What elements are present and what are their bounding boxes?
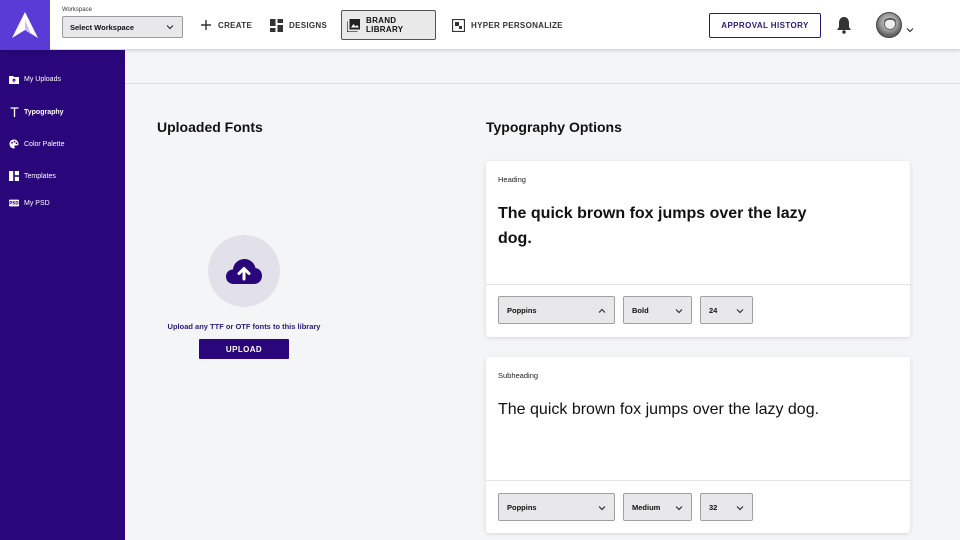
font-size-dropdown[interactable]: 32 — [700, 493, 753, 521]
sidebar-item-typography[interactable]: Typography — [9, 107, 64, 117]
typography-icon — [9, 107, 19, 117]
nav-brand-library[interactable]: BRAND LIBRARY — [341, 10, 436, 40]
font-family-value: Poppins — [507, 305, 537, 315]
card-divider — [486, 284, 910, 285]
nav-create-label: CREATE — [218, 20, 253, 30]
font-sample-text: The quick brown fox jumps over the lazy … — [498, 205, 807, 247]
chevron-down-icon — [736, 506, 744, 511]
designs-icon — [270, 18, 283, 32]
nav-designs-label: DESIGNS — [289, 20, 328, 30]
card-label: Heading — [498, 175, 526, 184]
upload-folder-icon — [9, 75, 19, 84]
nav-hyper-personalize[interactable]: HYPER PERSONALIZE — [452, 10, 563, 40]
palette-icon — [9, 139, 19, 149]
font-size-value: 32 — [709, 502, 718, 512]
font-family-value: Poppins — [507, 502, 537, 512]
workspace-label: Workspace — [62, 7, 92, 13]
logo-icon — [12, 12, 38, 38]
sidebar-item-label: Typography — [24, 108, 64, 116]
font-weight-dropdown[interactable]: Medium — [623, 493, 692, 521]
card-label: Subheading — [498, 371, 539, 380]
sidebar-item-my-psd[interactable]: PSD My PSD — [9, 199, 50, 207]
plus-icon — [200, 19, 212, 31]
font-size-value: 24 — [709, 305, 718, 315]
font-family-dropdown[interactable]: Poppins — [498, 493, 615, 521]
font-size-dropdown[interactable]: 24 — [700, 296, 753, 324]
sidebar-item-label: Templates — [24, 172, 56, 180]
bell-icon[interactable] — [836, 16, 852, 39]
sidebar — [0, 50, 125, 540]
sidebar-item-color-palette[interactable]: Color Palette — [9, 139, 64, 149]
svg-text:PSD: PSD — [9, 201, 19, 206]
psd-icon: PSD — [9, 199, 19, 207]
nav-brand-library-label: BRAND LIBRARY — [366, 16, 404, 34]
font-weight-dropdown[interactable]: Bold — [623, 296, 692, 324]
chevron-down-icon[interactable] — [906, 21, 914, 39]
avatar[interactable] — [876, 12, 902, 38]
user-portrait-icon — [881, 18, 899, 37]
chevron-down-icon — [675, 506, 683, 511]
chevron-down-icon — [736, 309, 744, 314]
typography-card-heading: Heading The quick brown fox jumps over t… — [486, 161, 910, 337]
card-divider — [486, 480, 910, 481]
typography-options-title: Typography Options — [486, 119, 622, 135]
approval-history-button[interactable]: APPROVAL HISTORY — [709, 13, 821, 38]
upload-hint: Upload any TTF or OTF fonts to this libr… — [167, 322, 321, 331]
app-logo[interactable] — [0, 0, 50, 50]
chevron-down-icon — [598, 506, 606, 511]
hyper-personalize-icon — [452, 18, 465, 32]
templates-icon — [9, 171, 19, 181]
content-divider — [125, 83, 960, 84]
nav-hyper-personalize-label: HYPER PERSONALIZE — [471, 20, 563, 30]
uploaded-fonts-title: Uploaded Fonts — [157, 119, 263, 135]
typography-card-subheading: Subheading The quick brown fox jumps ove… — [486, 357, 910, 533]
chevron-down-icon — [166, 25, 174, 30]
top-bar: Workspace Select Workspace CREATE DESIGN… — [0, 0, 960, 50]
cloud-upload-icon — [226, 259, 262, 284]
image-library-icon — [347, 18, 360, 32]
nav-designs[interactable]: DESIGNS — [270, 10, 327, 40]
sidebar-item-label: My Uploads — [24, 76, 61, 83]
font-weight-value: Bold — [632, 305, 649, 315]
sidebar-item-label: My PSD — [24, 199, 50, 207]
sidebar-item-label: Color Palette — [24, 140, 65, 148]
font-weight-value: Medium — [632, 502, 661, 512]
sidebar-item-my-uploads[interactable]: My Uploads — [9, 75, 61, 84]
chevron-up-icon — [598, 308, 606, 313]
workspace-select-value: Select Workspace — [70, 22, 135, 32]
chevron-down-icon — [675, 309, 683, 314]
font-family-dropdown[interactable]: Poppins — [498, 296, 615, 324]
upload-dropzone[interactable] — [208, 235, 280, 307]
nav-create[interactable]: CREATE — [200, 10, 252, 40]
upload-button[interactable]: UPLOAD — [199, 339, 289, 359]
workspace-select[interactable]: Select Workspace — [62, 16, 183, 38]
sidebar-item-templates[interactable]: Templates — [9, 171, 56, 181]
font-sample-text: The quick brown fox jumps over the lazy … — [498, 401, 820, 418]
